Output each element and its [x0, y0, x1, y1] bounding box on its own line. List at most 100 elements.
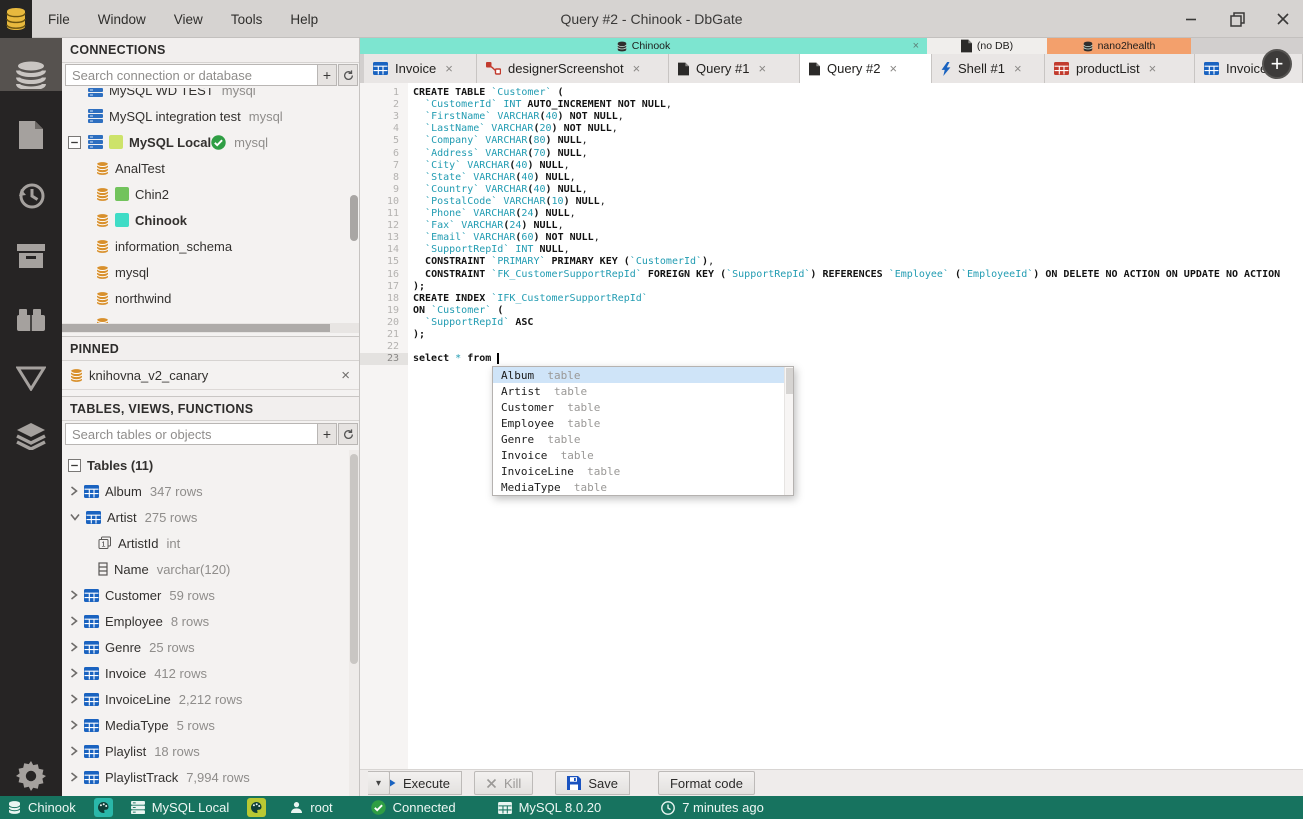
activity-app-layers-icon[interactable] — [0, 410, 62, 462]
code-line: `City` VARCHAR(40) NULL, — [425, 159, 570, 171]
tab-query2[interactable]: Query #2 × — [800, 54, 932, 83]
table-item[interactable]: Album 347 rows — [62, 478, 359, 504]
menu-window[interactable]: Window — [98, 12, 146, 27]
database-item[interactable]: AnalTest — [62, 155, 359, 181]
activity-history-icon[interactable] — [0, 170, 62, 222]
activity-connections-icon[interactable] — [0, 49, 62, 101]
connection-item[interactable]: MySQL Local mysql — [62, 129, 359, 155]
column-item[interactable]: 1 ArtistId int — [62, 530, 359, 556]
tables-vscrollbar[interactable] — [349, 450, 359, 796]
tab-invoice[interactable]: Invoice × — [364, 54, 477, 83]
palette-icon[interactable] — [247, 798, 267, 817]
table-item[interactable]: PlaylistTrack 7,994 rows — [62, 764, 359, 790]
table-item[interactable]: Artist 275 rows — [62, 504, 359, 530]
autocomplete-item-invoiceline[interactable]: InvoiceLine table — [493, 463, 793, 479]
close-tab-icon[interactable]: × — [445, 61, 453, 76]
item-label: mysql — [115, 264, 149, 280]
autocomplete-item-genre[interactable]: Genre table — [493, 431, 793, 447]
connections-search-input[interactable] — [65, 64, 318, 86]
save-button[interactable]: Save — [555, 771, 630, 795]
tab-group-nano2health[interactable]: nano2health — [1047, 38, 1191, 54]
unpin-close-icon[interactable]: × — [341, 367, 350, 384]
close-tab-icon[interactable]: × — [1014, 61, 1022, 76]
autocomplete-item-mediatype[interactable]: MediaType table — [493, 479, 793, 495]
line-number: 21 — [386, 329, 399, 340]
table-icon — [84, 640, 99, 654]
tables-group-row[interactable]: Tables (11) — [62, 452, 359, 478]
activity-archive-icon[interactable] — [0, 230, 62, 282]
close-tab-icon[interactable]: × — [758, 61, 766, 76]
autocomplete-item-album[interactable]: Album table — [493, 367, 793, 383]
connection-item[interactable]: MySQL integration test mysql — [62, 103, 359, 129]
database-item[interactable] — [62, 311, 359, 323]
add-connection-button[interactable]: + — [317, 64, 337, 86]
table-item[interactable]: InvoiceLine 2,212 rows — [62, 686, 359, 712]
item-label: MySQL integration test — [109, 108, 241, 124]
save-dropdown-button[interactable]: ▾ — [368, 771, 391, 795]
tab-group-chinook[interactable]: Chinook × — [360, 38, 927, 54]
close-tab-icon[interactable]: × — [889, 61, 897, 76]
connections-hscrollbar[interactable] — [62, 323, 359, 333]
refresh-tables-button[interactable] — [338, 423, 358, 445]
minimize-window-button[interactable] — [1179, 7, 1203, 31]
format-code-button[interactable]: Format code — [657, 771, 755, 795]
tab-shell1[interactable]: Shell #1 × — [932, 54, 1045, 83]
tab-productlist[interactable]: productList × — [1045, 54, 1195, 83]
refresh-connections-button[interactable] — [338, 64, 358, 86]
connection-color-badge — [247, 798, 267, 817]
column-item[interactable]: Name varchar(120) — [62, 556, 359, 582]
activity-bar — [0, 38, 62, 796]
close-group-icon[interactable]: × — [913, 40, 919, 52]
autocomplete-item-invoice[interactable]: Invoice table — [493, 447, 793, 463]
close-tab-icon[interactable]: × — [633, 61, 641, 76]
chevron-right-icon — [70, 668, 78, 678]
table-item[interactable]: Genre 25 rows — [62, 634, 359, 660]
new-tab-button[interactable]: + — [1262, 49, 1292, 79]
table-item[interactable]: MediaType 5 rows — [62, 712, 359, 738]
tables-search-input[interactable] — [65, 423, 318, 445]
close-window-button[interactable] — [1271, 7, 1295, 31]
tab-query1[interactable]: Query #1 × — [669, 54, 800, 83]
close-tab-icon[interactable]: × — [1149, 61, 1157, 76]
activity-files-icon[interactable] — [0, 109, 62, 161]
chevron-right-icon — [70, 642, 78, 652]
database-item[interactable]: mysql — [62, 259, 359, 285]
tab-label: Query #1 — [696, 61, 750, 76]
autocomplete-item-customer[interactable]: Customer table — [493, 399, 793, 415]
tab-group-nodb[interactable]: (no DB) — [927, 38, 1047, 54]
autocomplete-item-artist[interactable]: Artist table — [493, 383, 793, 399]
connection-item[interactable]: MySQL WD TEST mysql — [62, 88, 359, 103]
tables-header: TABLES, VIEWS, FUNCTIONS — [62, 396, 359, 421]
activity-settings-icon[interactable] — [0, 750, 62, 802]
add-table-button[interactable]: + — [317, 423, 337, 445]
database-item[interactable]: Chin2 — [62, 181, 359, 207]
table-item[interactable]: Invoice 412 rows — [62, 660, 359, 686]
menu-file[interactable]: File — [48, 12, 70, 27]
database-item[interactable]: information_schema — [62, 233, 359, 259]
database-item[interactable]: northwind — [62, 285, 359, 311]
menu-tools[interactable]: Tools — [231, 12, 263, 27]
connections-vscrollbar[interactable] — [350, 195, 358, 241]
table-item[interactable]: Playlist 18 rows — [62, 738, 359, 764]
table-item[interactable]: Employee 8 rows — [62, 608, 359, 634]
table-name: MediaType — [105, 717, 169, 733]
database-item[interactable]: Chinook — [62, 207, 359, 233]
menu-view[interactable]: View — [174, 12, 203, 27]
tab-group-row: Chinook × (no DB) nano2health — [360, 38, 1303, 54]
palette-icon[interactable] — [93, 798, 113, 817]
activity-cell-data-icon[interactable] — [0, 352, 62, 404]
activity-plugins-icon[interactable] — [0, 294, 62, 346]
item-label: MySQL WD TEST — [109, 88, 214, 98]
pinned-item[interactable]: knihovna_v2_canary × — [62, 362, 359, 390]
chevron-right-icon — [70, 694, 78, 704]
menu-help[interactable]: Help — [290, 12, 318, 27]
table-item[interactable]: Customer 59 rows — [62, 582, 359, 608]
connections-header: CONNECTIONS — [62, 38, 359, 63]
autocomplete-item-employee[interactable]: Employee table — [493, 415, 793, 431]
kill-button[interactable]: Kill — [473, 771, 534, 795]
line-number: 4 — [392, 123, 399, 135]
autocomplete-scrollbar[interactable] — [784, 367, 793, 495]
tab-designerscreenshot[interactable]: designerScreenshot × — [477, 54, 669, 83]
collapse-icon[interactable] — [68, 135, 81, 149]
restore-window-button[interactable] — [1225, 7, 1249, 31]
